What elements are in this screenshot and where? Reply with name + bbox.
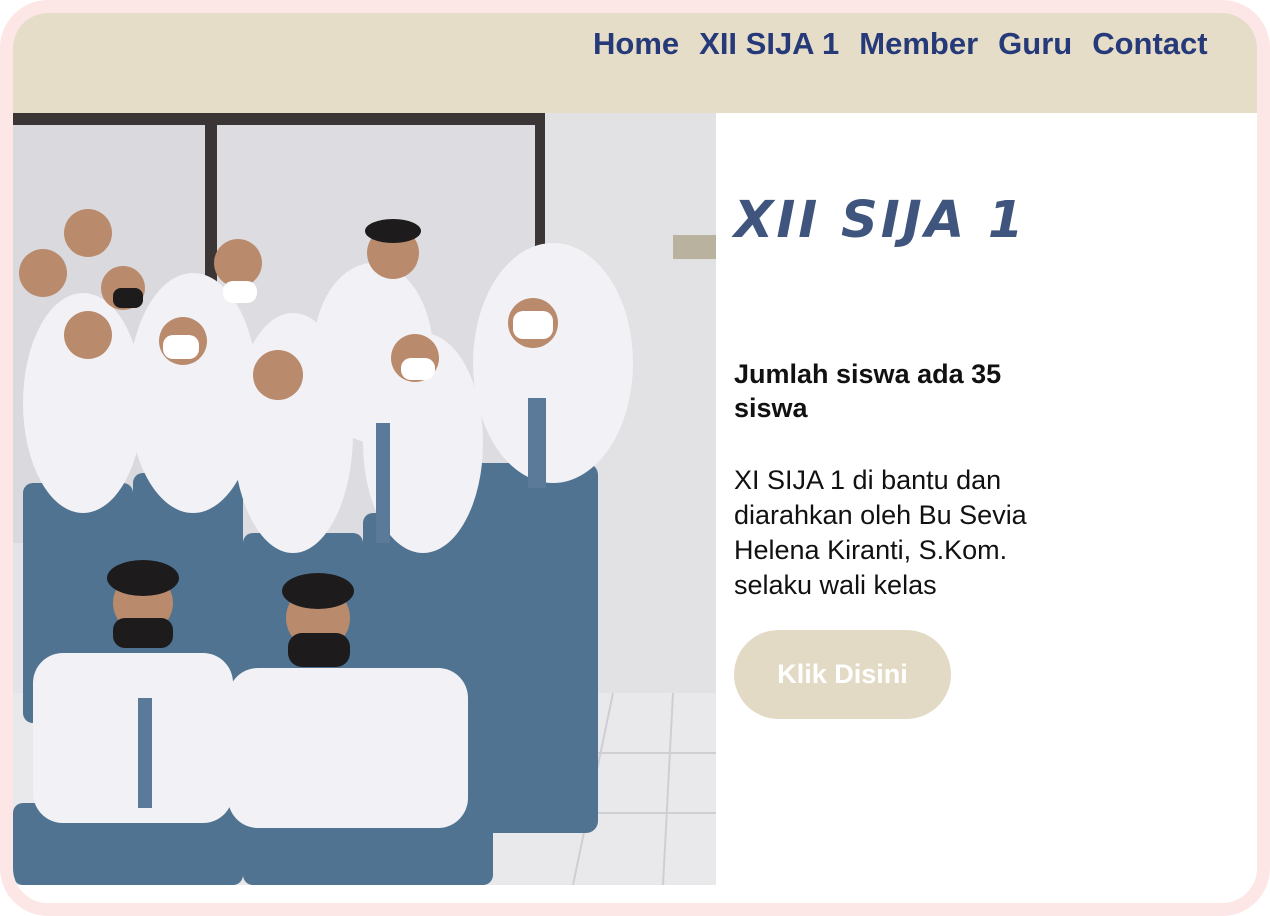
nav-link-member[interactable]: Member [859, 26, 978, 62]
class-group-photo [13, 113, 716, 885]
nav-link-guru[interactable]: Guru [998, 26, 1072, 62]
page-frame: Home XII SIJA 1 Member Guru Contact XII … [0, 0, 1270, 916]
nav-menu: Home XII SIJA 1 Member Guru Contact [593, 26, 1228, 62]
nav-link-class[interactable]: XII SIJA 1 [699, 26, 839, 62]
nav-link-contact[interactable]: Contact [1092, 26, 1207, 62]
student-count-text: Jumlah siswa ada 35 siswa [734, 359, 1002, 423]
class-description: XI SIJA 1 di bantu dan diarahkan oleh Bu… [734, 465, 1027, 600]
navbar: Home XII SIJA 1 Member Guru Contact [13, 13, 1257, 113]
nav-link-home[interactable]: Home [593, 26, 679, 62]
klik-disini-button[interactable]: Klik Disini [734, 630, 951, 719]
page-title: XII SIJA 1 [734, 191, 1027, 250]
